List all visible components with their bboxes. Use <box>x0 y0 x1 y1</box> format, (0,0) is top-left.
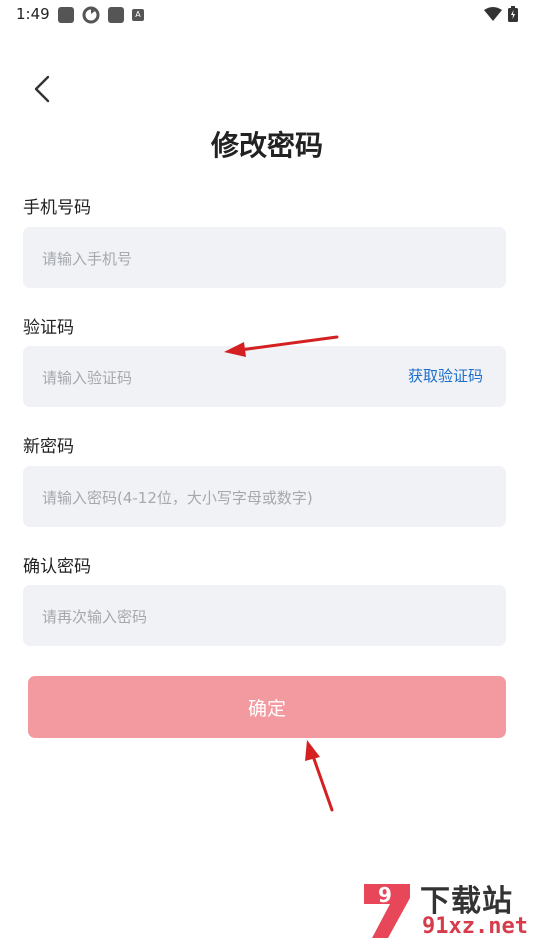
new-password-field-container <box>23 466 506 529</box>
back-button[interactable] <box>26 70 58 108</box>
code-label: 验证码 <box>23 318 74 338</box>
confirm-password-label: 确认密码 <box>23 557 91 577</box>
get-code-button[interactable]: 获取验证码 <box>408 346 483 407</box>
confirm-password-field-container <box>23 585 506 648</box>
code-input[interactable] <box>40 346 384 409</box>
app-icon <box>58 7 74 23</box>
new-password-input[interactable] <box>40 466 384 529</box>
confirm-password-input[interactable] <box>40 585 384 648</box>
watermark-logo: 9 <box>364 883 410 938</box>
wifi-icon <box>484 7 502 21</box>
arrow-to-confirm-button <box>305 740 334 812</box>
battery-icon <box>508 6 518 22</box>
app-icon <box>108 7 124 23</box>
status-time: 1:49 <box>16 5 50 23</box>
page-title: 修改密码 <box>210 129 323 162</box>
phone-label: 手机号码 <box>23 198 91 218</box>
watermark-name-en: 91xz.net <box>422 914 528 939</box>
chevron-left-icon <box>34 75 50 103</box>
status-bar: 1:49 A <box>0 0 534 30</box>
a-icon: A <box>132 9 144 21</box>
phone-input[interactable] <box>40 227 384 290</box>
phone-field-container <box>23 227 506 290</box>
system-icons <box>484 6 518 22</box>
watermark: 9 下载站 91xz.net <box>358 876 528 946</box>
watermark-logo-text: 9 <box>378 883 392 907</box>
confirm-button[interactable]: 确定 <box>28 676 506 738</box>
notification-icons: A <box>58 6 144 24</box>
code-field-container: 获取验证码 <box>23 346 506 409</box>
new-password-label: 新密码 <box>23 437 74 457</box>
sync-icon <box>82 6 100 24</box>
